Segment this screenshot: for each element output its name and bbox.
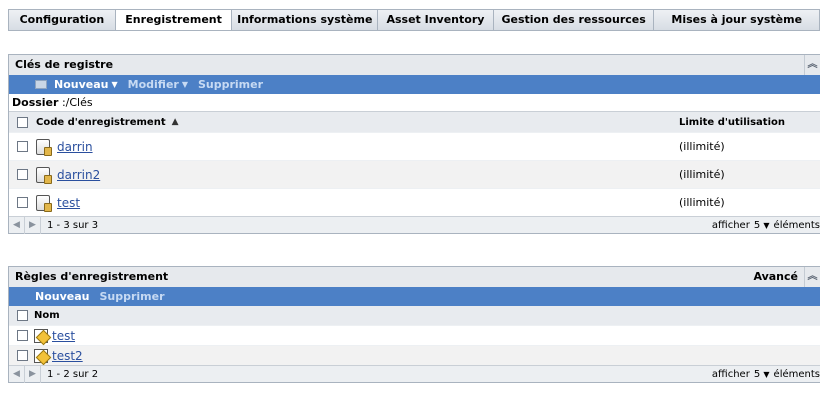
page-size-select[interactable]: 5 ▼ — [754, 217, 770, 234]
next-page-icon[interactable]: ▶ — [25, 216, 41, 234]
pager: ◀ ▶ 1 - 3 sur 3 afficher 5 ▼ éléments — [9, 216, 820, 234]
new-rule-button[interactable]: Nouveau — [35, 287, 89, 306]
select-all-checkbox[interactable] — [17, 310, 28, 321]
key-link[interactable]: darrin — [57, 140, 93, 154]
chevron-down-icon: ▼ — [111, 80, 118, 89]
breadcrumb: Dossier :/Clés — [9, 94, 820, 111]
panel-title: Clés de registre — [15, 58, 114, 71]
pager: ◀ ▶ 1 - 2 sur 2 afficher 5 ▼ éléments — [9, 365, 820, 383]
folder-label: Dossier — [12, 96, 59, 109]
limit-value: (illimité) — [679, 196, 725, 209]
rule-link[interactable]: test2 — [52, 349, 83, 363]
registration-key-icon — [36, 138, 52, 156]
registry-keys-toolbar: Nouveau ▼ Modifier ▼ Supprimer — [9, 75, 820, 94]
advanced-button[interactable]: Avancé — [753, 267, 798, 287]
table-row: darrin2 (illimité) — [9, 160, 820, 188]
registration-rules-header: Règles d'enregistrement Avancé ︽ — [9, 267, 820, 287]
tab-gestion-ressources[interactable]: Gestion des ressources — [493, 10, 655, 30]
page-size-prefix: afficher — [711, 368, 750, 380]
key-link[interactable]: test — [57, 196, 80, 210]
tab-bar: Configuration Enregistrement Information… — [8, 9, 820, 31]
pager-count: 1 - 2 sur 2 — [47, 368, 99, 380]
collapse-icon[interactable]: ︽ — [804, 267, 820, 287]
rule-link[interactable]: test — [52, 329, 75, 343]
tab-asset-inventory[interactable]: Asset Inventory — [378, 10, 494, 30]
delete-button[interactable]: Supprimer — [198, 75, 263, 94]
previous-page-icon[interactable]: ◀ — [9, 216, 25, 234]
registration-key-icon — [36, 194, 52, 212]
page-size-suffix: éléments — [773, 219, 820, 231]
delete-rule-button[interactable]: Supprimer — [99, 287, 164, 306]
select-all-checkbox[interactable] — [17, 116, 28, 128]
page-size-control: afficher 5 ▼ éléments — [712, 217, 820, 234]
page-size-value: 5 — [753, 368, 761, 380]
folder-icon — [35, 80, 47, 89]
chevron-down-icon: ▼ — [763, 369, 770, 379]
row-checkbox[interactable] — [17, 197, 28, 208]
tab-enregistrement[interactable]: Enregistrement — [115, 10, 233, 30]
column-header-name: Nom — [34, 310, 60, 321]
row-checkbox[interactable] — [17, 350, 28, 361]
folder-path: :/Clés — [58, 96, 93, 109]
pager-count: 1 - 3 sur 3 — [47, 219, 99, 231]
table-row: darrin (illimité) — [9, 132, 820, 160]
row-checkbox[interactable] — [17, 330, 28, 341]
page-size-control: afficher 5 ▼ éléments — [712, 366, 820, 383]
edit-button[interactable]: Modifier ▼ — [128, 75, 188, 94]
table-header: Nom — [9, 306, 820, 325]
table-row: test (illimité) — [9, 188, 820, 216]
page-size-select[interactable]: 5 ▼ — [754, 366, 770, 383]
table-row: test — [9, 325, 820, 345]
key-link[interactable]: darrin2 — [57, 168, 100, 182]
sort-ascending-icon[interactable]: ▲ — [172, 112, 179, 133]
row-checkbox[interactable] — [17, 169, 28, 180]
page-size-prefix: afficher — [711, 219, 750, 231]
chevron-down-icon: ▼ — [763, 220, 770, 230]
column-header-code[interactable]: Code d'enregistrement — [36, 112, 166, 133]
previous-page-icon[interactable]: ◀ — [9, 365, 25, 383]
rule-icon — [34, 328, 48, 343]
edit-label: Modifier — [127, 78, 179, 91]
limit-value: (illimité) — [679, 168, 725, 181]
page-size-value: 5 — [753, 219, 761, 231]
registry-keys-panel: Clés de registre ︽ Nouveau ▼ Modifier ▼ … — [8, 54, 820, 234]
panel-title: Règles d'enregistrement — [15, 270, 169, 283]
chevron-down-icon: ▼ — [181, 80, 188, 89]
tab-mises-a-jour[interactable]: Mises à jour système — [654, 10, 820, 30]
new-label: Nouveau — [54, 78, 109, 91]
next-page-icon[interactable]: ▶ — [25, 365, 41, 383]
new-button[interactable]: Nouveau ▼ — [35, 75, 118, 94]
collapse-icon[interactable]: ︽ — [804, 55, 820, 75]
table-header: Code d'enregistrement ▲ Limite d'utilisa… — [9, 111, 820, 132]
tab-configuration[interactable]: Configuration — [9, 10, 116, 30]
page-size-suffix: éléments — [773, 368, 820, 380]
registration-key-icon — [36, 166, 52, 184]
rule-icon — [34, 348, 48, 363]
column-header-limit: Limite d'utilisation — [679, 116, 785, 128]
limit-value: (illimité) — [679, 140, 725, 153]
registry-keys-header: Clés de registre ︽ — [9, 55, 820, 75]
row-checkbox[interactable] — [17, 141, 28, 152]
registration-rules-panel: Règles d'enregistrement Avancé ︽ Nouveau… — [8, 266, 820, 383]
registration-rules-toolbar: Nouveau Supprimer — [9, 287, 820, 306]
table-row: test2 — [9, 345, 820, 365]
tab-informations-systeme[interactable]: Informations système — [232, 10, 379, 30]
